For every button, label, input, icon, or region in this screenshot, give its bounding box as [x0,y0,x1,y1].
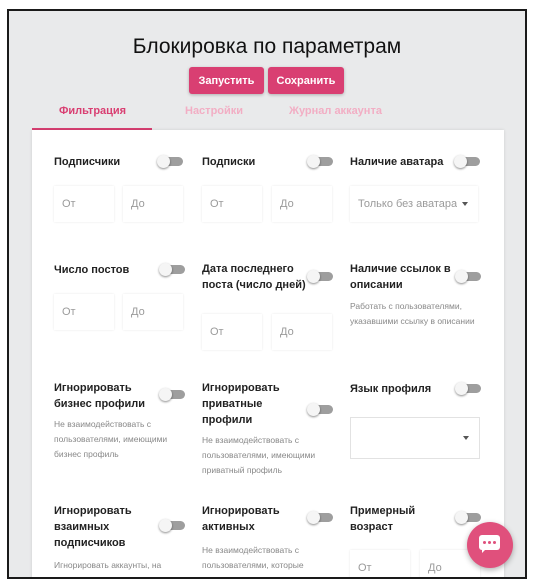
language-toggle[interactable] [455,382,481,395]
avatar-toggle[interactable] [454,155,480,168]
filters-panel: Подписчики От До Подписки От До Наличие … [32,130,504,577]
save-button[interactable]: Сохранить [268,67,344,94]
avatar-label: Наличие аватара [350,156,444,168]
followers-from-input[interactable]: От [54,186,114,222]
ignore-private-label: Игнорировать приватные профили [202,382,280,426]
app-window: Блокировка по параметрам Запустить Сохра… [7,9,527,579]
chevron-down-icon [463,436,469,440]
page-title: Блокировка по параметрам [132,35,402,58]
links-label: Наличие ссылок в описании [350,263,451,291]
ignore-business-description: Не взаимодействовать с пользователями, и… [54,419,168,459]
following-label: Подписки [202,156,256,168]
age-label: Примерный возраст [350,505,416,533]
chat-button[interactable] [467,522,513,568]
ignore-mutual-label: Игнорировать взаимных подписчиков [54,505,132,549]
posts-label: Число постов [54,264,130,276]
posts-to-input[interactable]: До [123,294,183,330]
last-post-from-input[interactable]: От [202,314,262,350]
links-toggle[interactable] [455,270,481,283]
ignore-mutual-description: Игнорировать аккаунты, на [54,560,162,570]
tab-settings[interactable]: Настройки [185,105,243,117]
ignore-active-label: Игнорировать активных [202,505,280,533]
ignore-business-toggle[interactable] [159,388,185,401]
language-label: Язык профиля [350,383,432,395]
last-post-to-input[interactable]: До [272,314,332,350]
tab-account-log[interactable]: Журнал аккаунта [289,105,382,117]
avatar-select-value: Только без аватара [358,198,458,210]
posts-from-input[interactable]: От [54,294,114,330]
ignore-private-description: Не взаимодействовать с пользователями, и… [202,435,316,475]
following-from-input[interactable]: От [202,186,262,222]
language-select[interactable] [350,417,480,459]
following-to-input[interactable]: До [272,186,332,222]
age-from-input[interactable]: От [350,550,410,577]
run-button[interactable]: Запустить [189,67,264,94]
links-description: Работать с пользователями, указавшими сс… [350,301,475,326]
followers-toggle[interactable] [157,155,183,168]
posts-toggle[interactable] [159,263,185,276]
followers-label: Подписчики [54,156,121,168]
ignore-private-toggle[interactable] [307,403,333,416]
ignore-business-label: Игнорировать бизнес профили [54,382,146,410]
ignore-mutual-toggle[interactable] [159,519,185,532]
following-toggle[interactable] [307,155,333,168]
chevron-down-icon [462,202,468,206]
ignore-active-description: Не взаимодействовать с пользователями, к… [202,545,304,570]
last-post-label: Дата последнего поста (число дней) [202,263,306,291]
followers-to-input[interactable]: До [123,186,183,222]
last-post-toggle[interactable] [307,270,333,283]
age-toggle[interactable] [455,511,481,524]
tab-filtering[interactable]: Фильтрация [59,105,126,117]
ignore-active-toggle[interactable] [307,511,333,524]
avatar-select[interactable]: Только без аватара [350,186,478,222]
